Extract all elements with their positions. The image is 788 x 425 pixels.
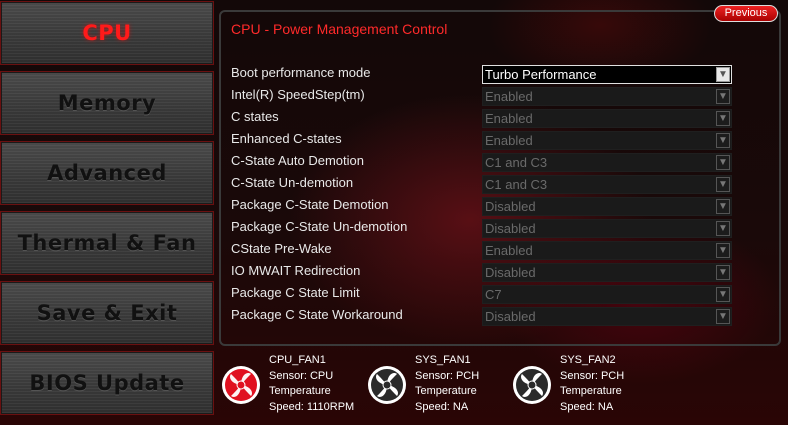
fan-cpu-fan1: CPU_FAN1 Sensor: CPU Temperature Speed: …	[221, 353, 361, 423]
setting-label: Boot performance mode	[231, 65, 371, 80]
fan-sensor: Sensor: CPU	[269, 369, 334, 382]
setting-value: Enabled	[485, 89, 533, 104]
setting-value: C7	[485, 287, 502, 302]
setting-select: Enabled ▼	[482, 241, 732, 260]
fan-temp: Temperature	[269, 385, 331, 397]
setting-label: Package C State Workaround	[231, 307, 403, 322]
fan-sensor: Sensor: PCH	[560, 369, 625, 382]
setting-value: Enabled	[485, 133, 533, 148]
fan-temp: Temperature	[415, 385, 477, 397]
setting-select: Disabled ▼	[482, 263, 732, 282]
setting-select: Disabled ▼	[482, 197, 732, 216]
chevron-down-icon: ▼	[716, 89, 730, 104]
setting-label: Intel(R) SpeedStep(tm)	[231, 87, 365, 102]
chevron-down-icon[interactable]: ▼	[716, 67, 730, 82]
fan-speed: Speed: NA	[415, 400, 469, 413]
setting-value: Disabled	[485, 309, 536, 324]
setting-select[interactable]: Turbo Performance ▼	[482, 65, 732, 84]
setting-label: Package C-State Un-demotion	[231, 219, 408, 234]
chevron-down-icon: ▼	[716, 177, 730, 192]
chevron-down-icon: ▼	[716, 111, 730, 126]
sidebar-item-memory[interactable]: Memory	[0, 71, 214, 135]
fan-speed: Speed: 1110RPM	[269, 400, 355, 413]
setting-select: C7 ▼	[482, 285, 732, 304]
setting-value: Turbo Performance	[485, 67, 597, 82]
chevron-down-icon: ▼	[716, 309, 730, 324]
previous-button[interactable]: Previous	[714, 5, 778, 22]
setting-select: C1 and C3 ▼	[482, 175, 732, 194]
setting-label: C-State Auto Demotion	[231, 153, 364, 168]
setting-value: Disabled	[485, 221, 536, 236]
sidebar: CPU Memory Advanced Thermal & Fan Save &…	[0, 0, 216, 425]
setting-label: Enhanced C-states	[231, 131, 342, 146]
sidebar-item-cpu[interactable]: CPU	[0, 1, 214, 65]
setting-select: Enabled ▼	[482, 109, 732, 128]
chevron-down-icon: ▼	[716, 199, 730, 214]
setting-select: Enabled ▼	[482, 87, 732, 106]
chevron-down-icon: ▼	[716, 155, 730, 170]
setting-value: C1 and C3	[485, 177, 548, 192]
fan-sys-fan2: SYS_FAN2 Sensor: PCH Temperature Speed: …	[512, 353, 652, 423]
setting-select: Disabled ▼	[482, 307, 732, 326]
chevron-down-icon: ▼	[716, 133, 730, 148]
setting-label: Package C State Limit	[231, 285, 360, 300]
setting-value: Enabled	[485, 111, 533, 126]
sidebar-item-bios-update[interactable]: BIOS Update	[0, 351, 214, 415]
chevron-down-icon: ▼	[716, 243, 730, 258]
setting-value: Disabled	[485, 199, 536, 214]
page-title: CPU - Power Management Control	[231, 21, 448, 37]
fan-name: SYS_FAN2	[560, 354, 616, 366]
setting-select: Enabled ▼	[482, 131, 732, 150]
setting-label: Package C-State Demotion	[231, 197, 389, 212]
fan-speed: Speed: NA	[560, 400, 614, 413]
fan-icon	[513, 366, 551, 404]
sidebar-item-advanced[interactable]: Advanced	[0, 141, 214, 205]
fan-name: SYS_FAN1	[415, 354, 471, 366]
sidebar-item-thermal-fan[interactable]: Thermal & Fan	[0, 211, 214, 275]
chevron-down-icon: ▼	[716, 287, 730, 302]
fan-temp: Temperature	[560, 385, 622, 397]
setting-label: CState Pre-Wake	[231, 241, 332, 256]
setting-value: C1 and C3	[485, 155, 548, 170]
setting-value: Enabled	[485, 243, 533, 258]
sidebar-item-save-exit[interactable]: Save & Exit	[0, 281, 214, 345]
chevron-down-icon: ▼	[716, 221, 730, 236]
setting-label: IO MWAIT Redirection	[231, 263, 361, 278]
fan-icon	[222, 366, 260, 404]
setting-value: Disabled	[485, 265, 536, 280]
chevron-down-icon: ▼	[716, 265, 730, 280]
setting-label: C states	[231, 109, 279, 124]
setting-select: Disabled ▼	[482, 219, 732, 238]
setting-label: C-State Un-demotion	[231, 175, 354, 190]
fan-sys-fan1: SYS_FAN1 Sensor: PCH Temperature Speed: …	[367, 353, 507, 423]
fan-sensor: Sensor: PCH	[415, 369, 480, 382]
setting-select: C1 and C3 ▼	[482, 153, 732, 172]
fan-name: CPU_FAN1	[269, 354, 326, 366]
fan-icon	[368, 366, 406, 404]
